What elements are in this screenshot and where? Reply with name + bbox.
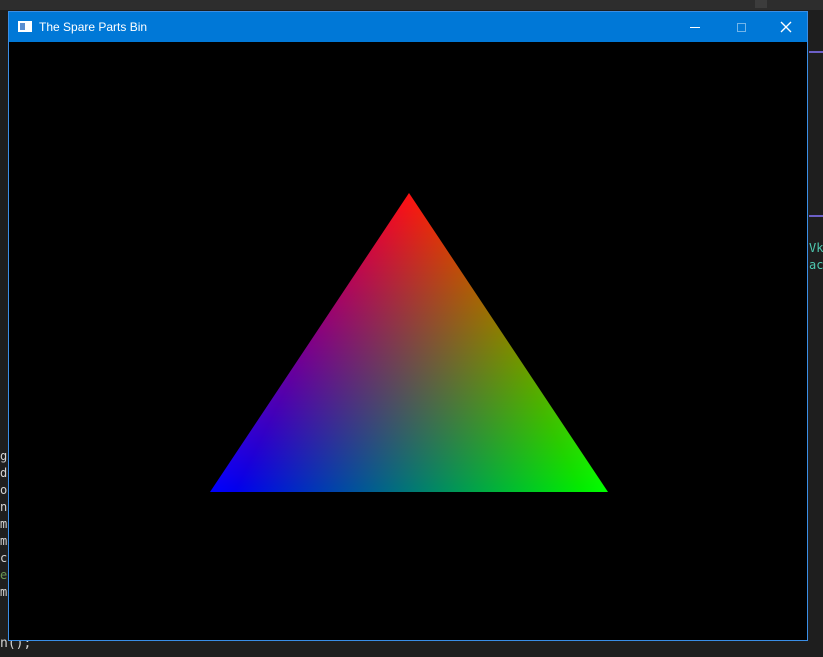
maximize-button[interactable]	[718, 12, 764, 42]
render-viewport[interactable]	[9, 42, 807, 640]
viewport-canvas	[210, 193, 608, 492]
editor-accent-line	[809, 51, 823, 53]
minimize-button[interactable]	[672, 12, 718, 42]
code-line: VkA	[809, 241, 823, 255]
app-window-icon[interactable]	[18, 21, 32, 32]
editor-code-fragment-right: VkA ack	[809, 240, 823, 274]
editor-accent-line	[809, 215, 823, 217]
code-line: ack	[809, 258, 823, 272]
close-icon	[780, 21, 792, 33]
editor-scroll-thumb[interactable]	[755, 0, 767, 8]
window-titlebar[interactable]: The Spare Parts Bin	[9, 12, 807, 42]
close-button[interactable]	[763, 12, 809, 42]
rgb-triangle	[210, 193, 608, 492]
app-window[interactable]: The Spare Parts Bin	[8, 11, 808, 641]
window-title: The Spare Parts Bin	[39, 20, 148, 34]
maximize-icon	[736, 22, 746, 32]
minimize-icon	[690, 26, 700, 28]
editor-top-bar	[0, 0, 823, 10]
